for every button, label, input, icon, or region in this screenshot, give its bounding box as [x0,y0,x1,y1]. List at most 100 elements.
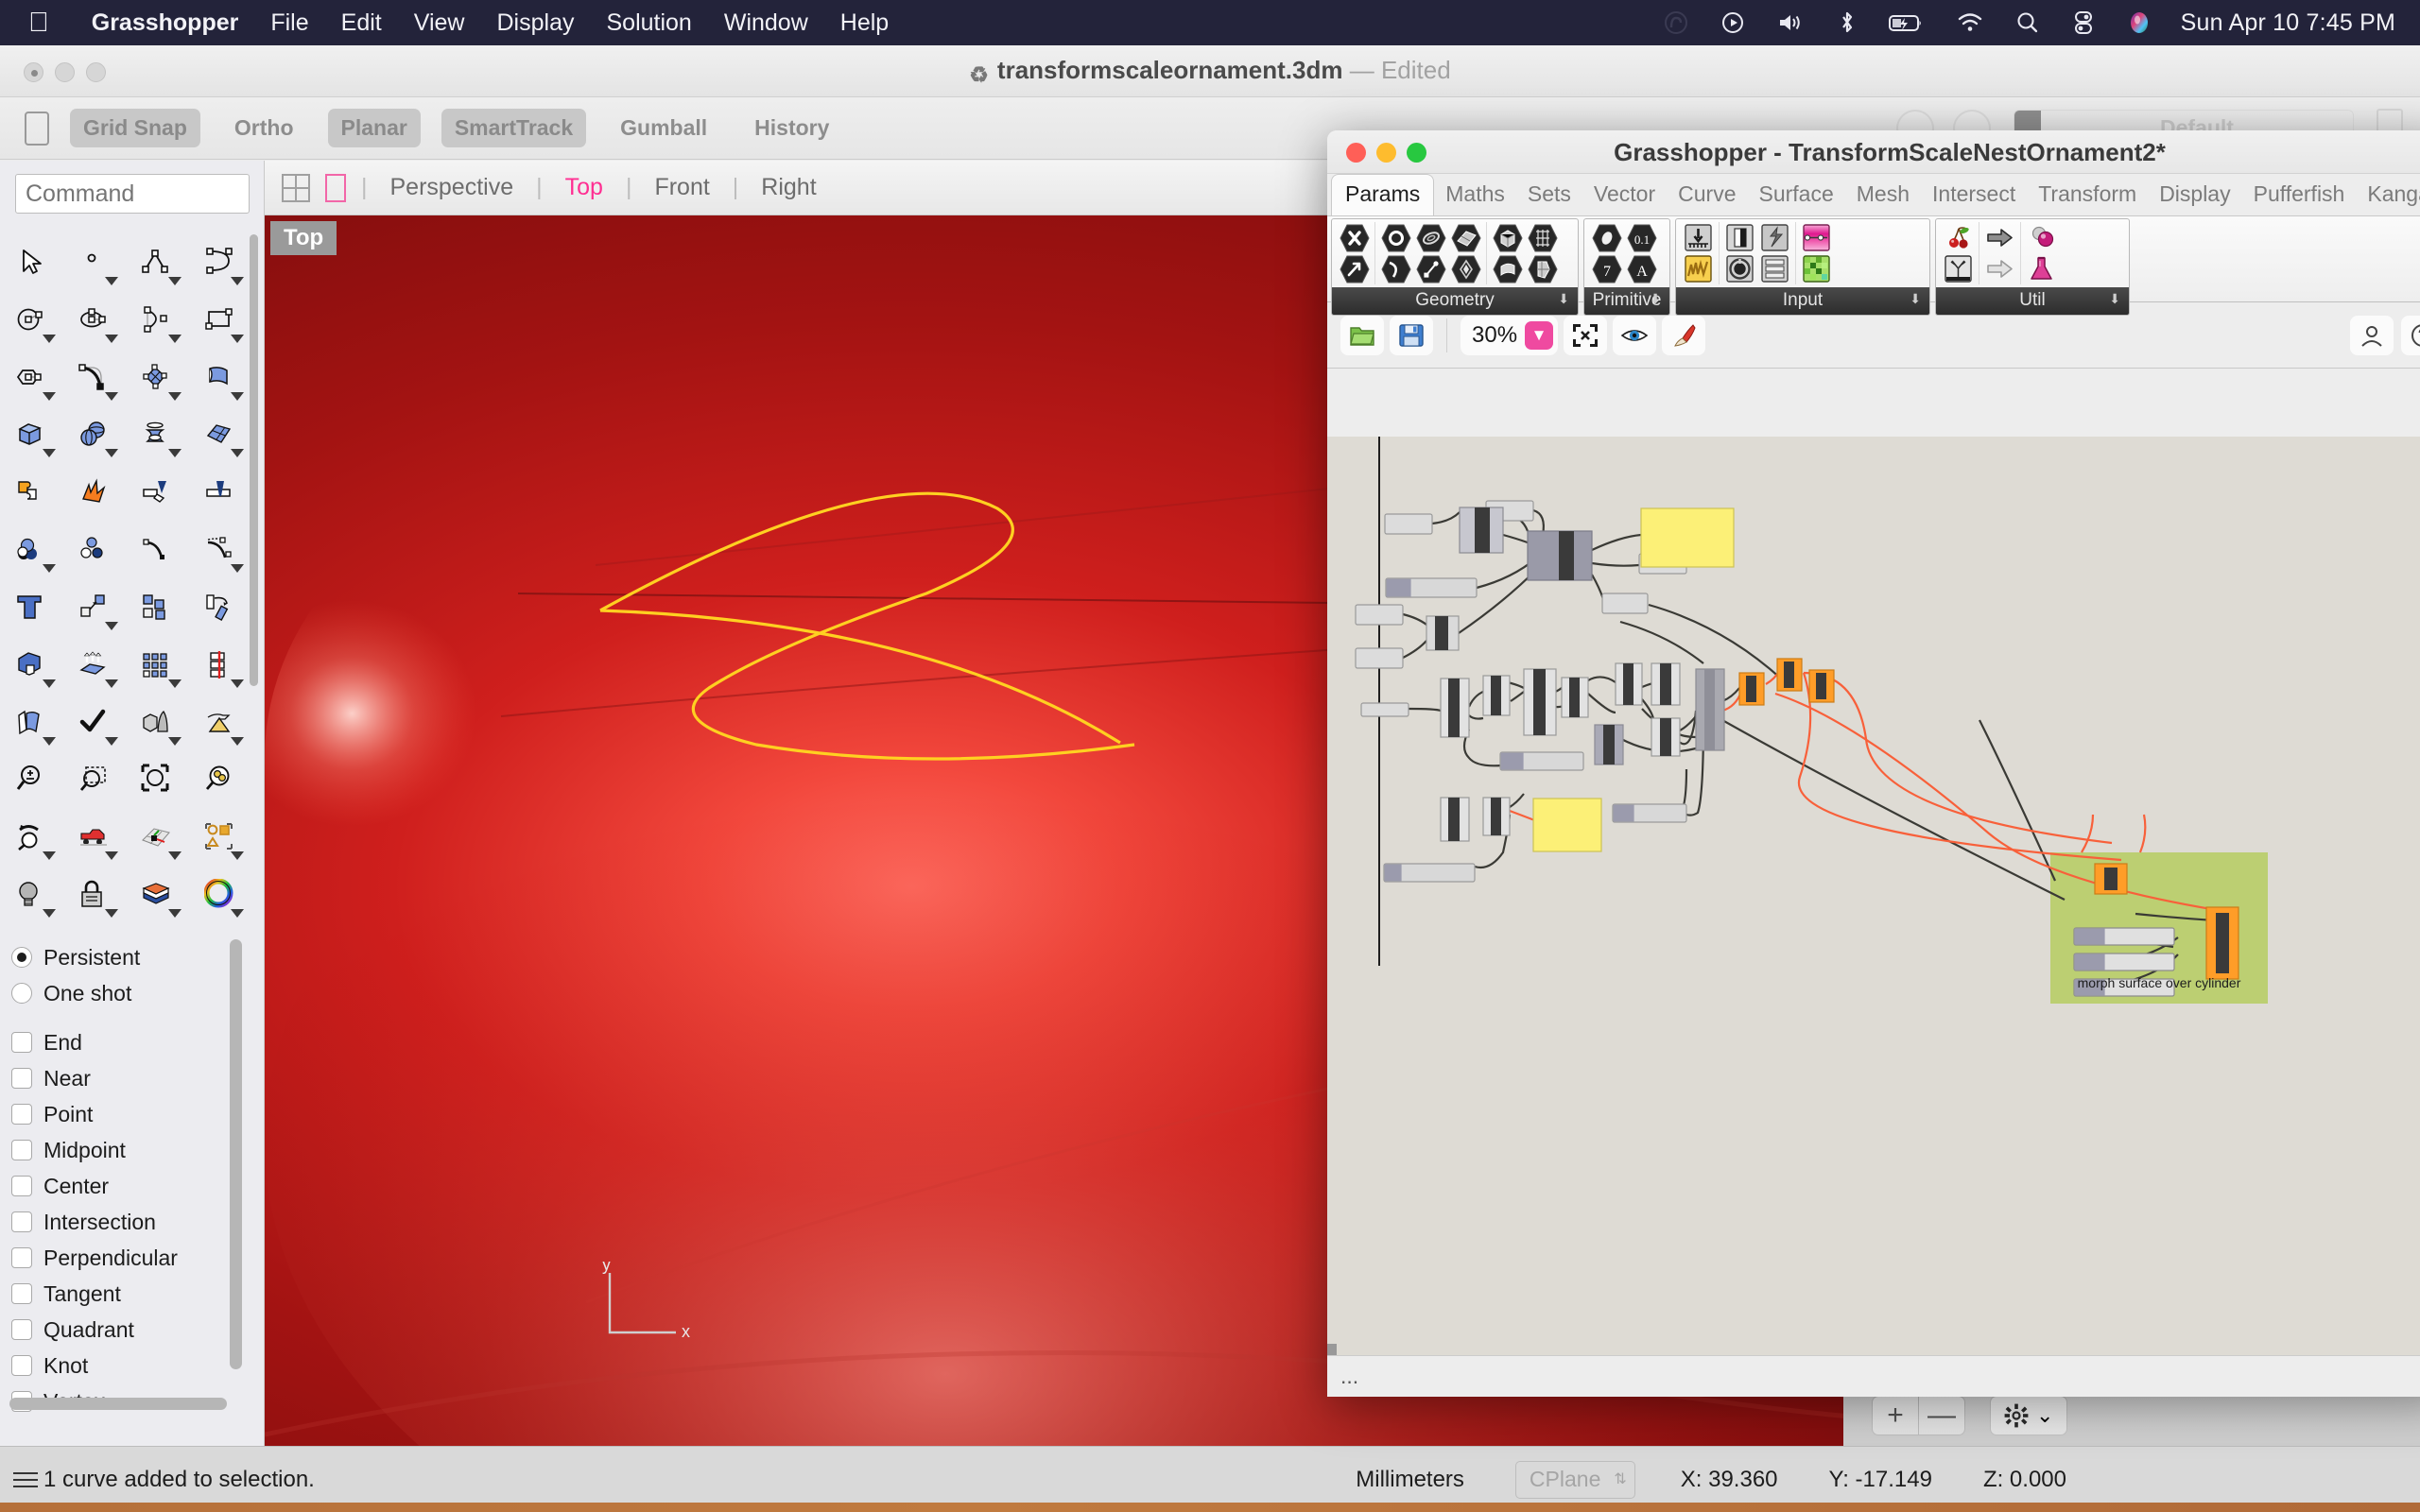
osnap-near[interactable]: Near [11,1060,251,1096]
extrude-surface-icon[interactable] [189,350,252,406]
cluster-icon[interactable] [2025,222,2058,253]
checkbox-near[interactable] [11,1068,32,1089]
osnap-center[interactable]: Center [11,1168,251,1204]
osnap-intersection[interactable]: Intersection [11,1204,251,1240]
lock-icon[interactable] [63,867,127,923]
surface-from-curves-icon[interactable] [126,350,189,406]
gh-tab-surface[interactable]: Surface [1748,175,1845,215]
gh-tab-kangaroo2[interactable]: Kangaroo2 [2356,175,2420,215]
toggle-grid-snap[interactable]: Grid Snap [70,109,200,147]
arc-icon[interactable] [126,292,189,349]
geometry-arrow-icon[interactable] [1338,253,1371,284]
bluetooth-icon[interactable] [1838,9,1857,36]
control-center-play-icon[interactable] [1720,10,1745,35]
sphere-boolean-icon[interactable] [63,406,127,463]
gh-panel-title-input[interactable]: Input ⬇ [1676,287,1929,315]
gh-tab-pufferfish[interactable]: Pufferfish [2242,175,2357,215]
gh-tab-vector[interactable]: Vector [1582,175,1667,215]
gh-panel-expand-icon-primitive[interactable]: ⬇ [1650,291,1661,307]
zoom-previous-icon[interactable] [0,809,63,866]
button-icon[interactable] [1758,222,1791,253]
tool-palette-scrollbar[interactable] [250,234,258,686]
gh-panel-expand-icon-util[interactable]: ⬇ [2109,291,2120,307]
polygon-icon[interactable] [0,350,63,406]
osnap-knot[interactable]: Knot [11,1348,251,1383]
arc-param-icon[interactable] [1379,253,1412,284]
gh-panel-title-util[interactable]: Util ⬇ [1936,287,2129,315]
gradient-icon[interactable] [1800,222,1833,253]
gh-canvas[interactable]: morph surface over cylinder [1327,437,2420,1355]
revolve-icon[interactable] [126,406,189,463]
wifi-icon[interactable] [1957,11,1983,34]
osnap-point[interactable]: Point [11,1096,251,1132]
surface-grid-icon[interactable] [189,406,252,463]
render-icon[interactable] [189,695,252,751]
paint-brush-icon[interactable] [1662,316,1705,355]
gh-panel-expand-icon-input[interactable]: ⬇ [1910,291,1921,307]
battery-charging-icon[interactable] [1889,10,1925,35]
gh-tab-maths[interactable]: Maths [1434,175,1516,215]
subd-param-icon[interactable] [1526,253,1559,284]
offset-icon[interactable] [0,522,63,578]
viewport-tab-perspective[interactable]: Perspective [370,174,535,201]
zoom-selected-icon[interactable] [189,751,252,808]
menu-file[interactable]: File [254,9,324,37]
scale-icon[interactable] [0,637,63,694]
menu-display[interactable]: Display [481,9,591,37]
fillet-curve-icon[interactable] [63,350,127,406]
toggle-ortho[interactable]: Ortho [221,109,307,147]
menu-solution[interactable]: Solution [590,9,707,37]
brep-param-icon[interactable] [1491,253,1524,284]
relay-light-icon[interactable] [1983,253,2016,284]
solid-tools-icon[interactable] [126,695,189,751]
sidebar-toggle-icon[interactable] [25,112,49,146]
gh-canvas-left-handle[interactable] [1327,1344,1337,1355]
text-param-icon[interactable]: A [1625,253,1658,284]
nfc-icon[interactable] [1664,10,1688,35]
checkbox-perpendicular[interactable] [11,1247,32,1268]
zoom-window-icon[interactable] [63,751,127,808]
gh-panel-expand-icon-geometry[interactable]: ⬇ [1558,291,1569,307]
toggle-gumball[interactable]: Gumball [607,109,720,147]
boolean-toggle-icon[interactable] [1723,222,1756,253]
number-slider-icon[interactable] [1682,222,1715,253]
circle-icon[interactable] [0,292,63,349]
check-icon[interactable] [63,695,127,751]
zoom-extents-icon[interactable] [126,751,189,808]
selection-filter-icon[interactable] [189,809,252,866]
toggle-planar[interactable]: Planar [328,109,421,147]
relay-dark-icon[interactable] [1983,222,2016,253]
offset-points-icon[interactable] [63,522,127,578]
cplane-icon[interactable] [126,809,189,866]
select-arrow-icon[interactable] [0,234,63,291]
flask-icon[interactable] [2025,253,2058,284]
radio-persistent[interactable] [11,947,32,968]
unroll-icon[interactable] [0,695,63,751]
viewport-tab-right[interactable]: Right [740,174,837,201]
knob-icon[interactable] [1723,253,1756,284]
eye-preview-icon[interactable] [1613,316,1656,355]
osnap-tangent[interactable]: Tangent [11,1276,251,1312]
siri-icon[interactable] [2127,10,2152,35]
circle-param-icon[interactable] [1379,222,1412,253]
curve-interpolate-icon[interactable] [189,234,252,291]
status-menu-icon[interactable] [13,1468,38,1492]
colour-swatch-icon[interactable] [1800,253,1833,284]
mesh-param-icon[interactable] [1526,222,1559,253]
polyline-icon[interactable] [126,234,189,291]
apple-menu-icon[interactable]:  [28,9,49,37]
checkbox-intersection[interactable] [11,1211,32,1232]
pan-icon[interactable] [63,809,127,866]
gh-tab-mesh[interactable]: Mesh [1845,175,1921,215]
single-view-layout-icon[interactable] [325,174,346,202]
command-input[interactable] [15,174,250,214]
gh-tab-intersect[interactable]: Intersect [1921,175,2027,215]
osnap-mode-persistent[interactable]: Persistent [11,939,251,975]
profile-icon[interactable] [2350,316,2394,355]
zoom-level-button[interactable]: 30% ▼ [1461,316,1558,355]
search-icon[interactable] [2015,10,2040,35]
graph-mapper-icon[interactable] [1682,253,1715,284]
gh-panel-title-geometry[interactable]: Geometry ⬇ [1332,287,1578,315]
toggle-history[interactable]: History [741,109,842,147]
boolean-union-icon[interactable] [0,464,63,521]
